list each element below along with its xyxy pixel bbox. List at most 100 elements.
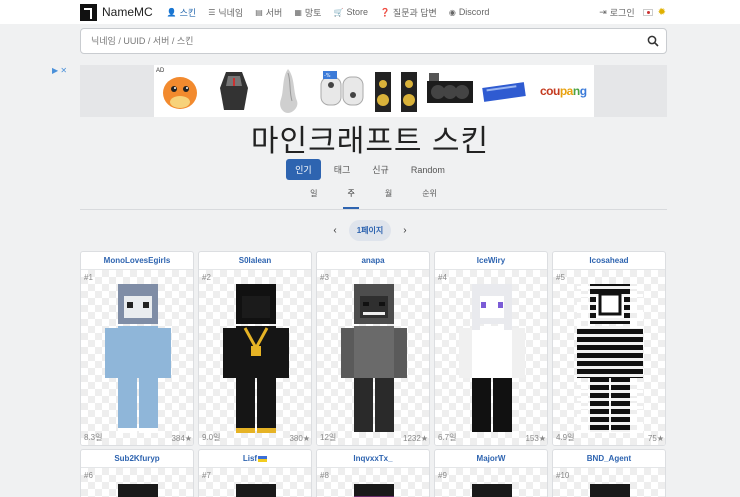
ad-content[interactable]: AD -% cou pa n g <box>154 65 594 117</box>
ad-product-gpu[interactable] <box>424 65 476 117</box>
tab-2[interactable]: 신규 <box>363 159 398 180</box>
skin-card[interactable]: IceWiry #4 6.7일 153★ <box>434 251 548 446</box>
subtab-3[interactable]: 순위 <box>418 183 441 207</box>
skin-card[interactable]: MajorW #9 <box>434 449 548 497</box>
skin-figure <box>575 282 645 442</box>
skin-preview[interactable]: #5 4.9일 75★ <box>553 270 665 445</box>
skin-name-link[interactable]: anapa <box>317 252 429 270</box>
skin-preview[interactable]: #7 <box>199 468 311 497</box>
ukraine-flag-icon <box>258 455 268 462</box>
period-tabs: 일 주 월 순위 <box>80 183 667 210</box>
ad-choices-icon[interactable]: ▶ ✕ <box>52 66 67 75</box>
subtab-2[interactable]: 월 <box>381 183 396 207</box>
nav-link-2[interactable]: ▤ 서버 <box>255 6 282 19</box>
nav-link-label: 망토 <box>304 7 322 18</box>
skin-name-link[interactable]: Lisf <box>199 450 311 468</box>
search-bar <box>80 28 667 54</box>
nav-link-1[interactable]: ☰ 닉네임 <box>208 6 243 19</box>
skin-card[interactable]: Sub2Kfuryp #6 <box>80 449 194 497</box>
ad-banner[interactable]: AD -% cou pa n g <box>80 65 667 117</box>
skin-preview[interactable]: #4 6.7일 153★ <box>435 270 547 445</box>
tab-3[interactable]: Random <box>402 161 454 179</box>
skin-rank: #1 <box>84 273 93 282</box>
nav-link-0[interactable]: 👤 스킨 <box>167 6 197 19</box>
theme-sun-icon[interactable]: ✹ <box>658 7 666 18</box>
skin-age: 12일 <box>320 433 337 442</box>
nav-link-label: 닉네임 <box>218 7 244 18</box>
skin-age: 4.9일 <box>556 433 575 442</box>
skin-rank: #2 <box>202 273 211 282</box>
nav-link-5[interactable]: ❓ 질문과 답변 <box>380 6 437 19</box>
search-input[interactable] <box>81 29 640 53</box>
skin-name-text: IceWiry <box>476 256 506 265</box>
nav-link-3[interactable]: ▦ 망토 <box>294 6 321 19</box>
tab-0[interactable]: 인기 <box>286 159 321 180</box>
skin-name-link[interactable]: S0lalean <box>199 252 311 270</box>
nav-link-label: 스킨 <box>179 7 197 18</box>
skin-age: 6.7일 <box>438 433 457 442</box>
skin-card[interactable]: InqvxxTx_ #8 <box>316 449 430 497</box>
brand-name: NameMC <box>102 5 153 19</box>
skin-name-text: Icosahead <box>589 256 629 265</box>
svg-text:-%: -% <box>324 73 331 79</box>
login-link[interactable]: 로그인 <box>610 6 635 19</box>
skin-preview[interactable]: #2 9.0일 380★ <box>199 270 311 445</box>
search-button[interactable] <box>640 29 666 53</box>
subtab-1[interactable]: 주 <box>343 183 359 209</box>
skin-preview[interactable]: #10 <box>553 468 665 497</box>
skin-name-link[interactable]: MonoLovesEgirls <box>81 252 193 270</box>
list-icon: ☰ <box>208 7 216 17</box>
language-flag-icon[interactable] <box>642 8 653 16</box>
skin-name-link[interactable]: Sub2Kfuryp <box>81 450 193 468</box>
brand-link[interactable]: NameMC <box>80 3 153 21</box>
skin-card[interactable]: Icosahead #5 4.9일 75★ <box>552 251 666 446</box>
skin-stars: 1232★ <box>403 434 428 443</box>
skin-card[interactable]: S0lalean #2 9.0일 380★ <box>198 251 312 446</box>
nav-link-label: Store <box>346 7 368 17</box>
skin-name-link[interactable]: BND_Agent <box>553 450 665 468</box>
skin-age: 9.0일 <box>202 433 221 442</box>
skin-preview[interactable]: #6 <box>81 468 193 497</box>
question-icon: ❓ <box>379 7 390 17</box>
skin-preview[interactable]: #3 12일 1232★ <box>317 270 429 445</box>
skin-figure <box>339 282 409 442</box>
nav-link-label: 서버 <box>265 7 283 18</box>
skin-card[interactable]: Lisf #7 <box>198 449 312 497</box>
ad-product-controller[interactable]: -% <box>316 65 368 117</box>
skin-figure <box>457 282 527 442</box>
ad-product-speakers[interactable] <box>370 65 422 117</box>
skin-card[interactable]: anapa #3 12일 1232★ <box>316 251 430 446</box>
category-tabs: 인기 태그 신규 Random <box>0 159 740 180</box>
skin-name-link[interactable]: MajorW <box>435 450 547 468</box>
skin-preview[interactable]: #1 8.3일 384★ <box>81 270 193 445</box>
nav-right: ⇥ 로그인 ✹ <box>599 6 666 19</box>
navbar: NameMC 👤 스킨 ☰ 닉네임 ▤ 서버 ▦ 망토 🛒 Store ❓ 질문과 답변 ◉ Discor… <box>0 0 740 24</box>
prev-page-icon[interactable]: ‹ <box>333 225 336 236</box>
skin-name-link[interactable]: Icosahead <box>553 252 665 270</box>
nav-link-6[interactable]: ◉ Discord <box>449 6 490 19</box>
ad-product-ornament[interactable] <box>262 65 314 117</box>
pagination: ‹ 1페이지 › <box>0 220 740 241</box>
skin-rank: #9 <box>438 471 447 480</box>
ad-coupang-logo[interactable]: cou pa n g <box>540 65 587 117</box>
skin-name-text: MonoLovesEgirls <box>103 256 171 265</box>
skin-card[interactable]: MonoLovesEgirls #1 8.3일 384★ <box>80 251 194 446</box>
skin-stars: 384★ <box>171 434 192 443</box>
ad-product-ssd[interactable] <box>478 65 530 117</box>
current-page: 1페이지 <box>348 220 392 241</box>
subtab-0[interactable]: 일 <box>306 183 321 207</box>
ad-product-mouse[interactable] <box>208 65 260 117</box>
cape-icon: ▦ <box>294 7 302 17</box>
skin-rank: #5 <box>556 273 565 282</box>
skin-preview[interactable]: #8 <box>317 468 429 497</box>
nav-link-4[interactable]: 🛒 Store <box>333 6 367 19</box>
next-page-icon[interactable]: › <box>403 225 406 236</box>
skin-name-link[interactable]: InqvxxTx_ <box>317 450 429 468</box>
skin-preview[interactable]: #9 <box>435 468 547 497</box>
skin-figure <box>221 282 291 442</box>
tab-1[interactable]: 태그 <box>325 159 360 180</box>
skin-stars: 75★ <box>647 434 664 443</box>
skin-card[interactable]: BND_Agent #10 <box>552 449 666 497</box>
skin-name-link[interactable]: IceWiry <box>435 252 547 270</box>
skin-name-text: Sub2Kfuryp <box>114 454 160 463</box>
